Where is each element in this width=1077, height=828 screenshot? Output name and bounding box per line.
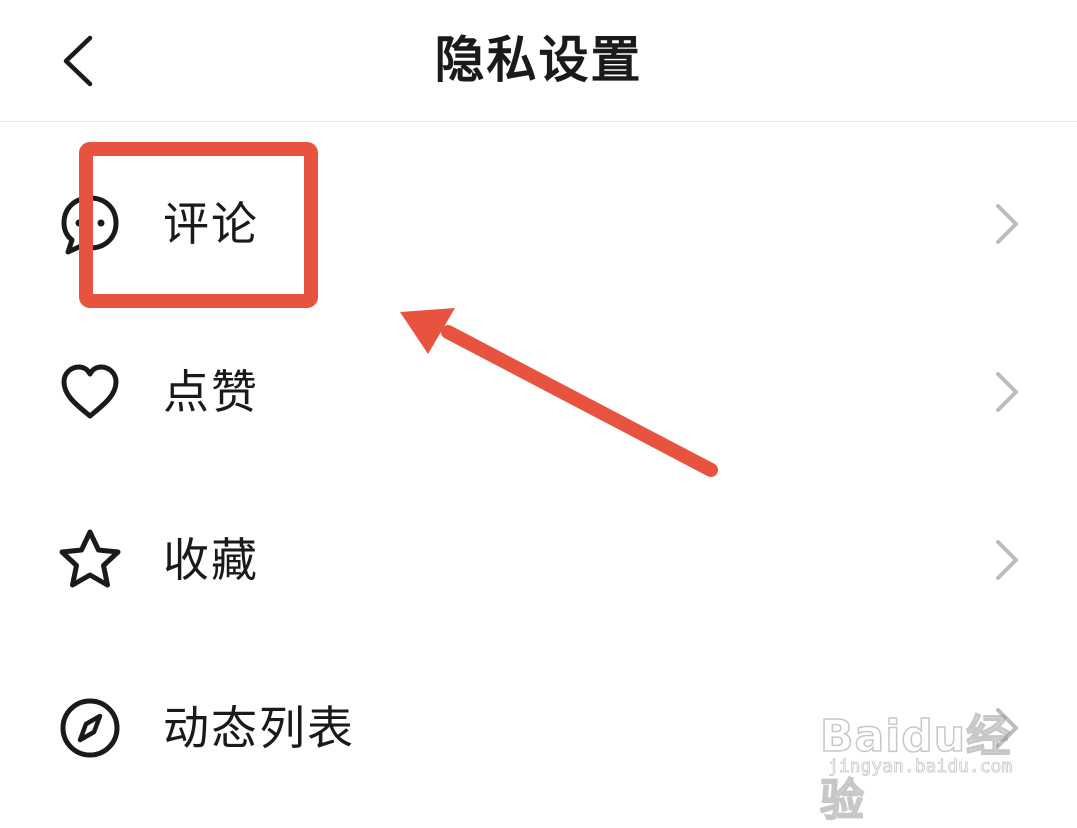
compass-icon <box>60 698 120 758</box>
menu-item-label: 评论 <box>163 197 259 251</box>
menu-item-likes[interactable]: 点赞 <box>0 308 1077 476</box>
menu-item-label: 点赞 <box>163 365 259 419</box>
comment-bubble-icon <box>61 195 119 255</box>
chevron-right-icon <box>996 204 1018 244</box>
chevron-right-icon <box>996 372 1018 412</box>
page-title: 隐私设置 <box>434 31 643 89</box>
menu-item-label: 动态列表 <box>163 701 355 755</box>
star-icon <box>59 529 121 588</box>
menu-item-favorites[interactable]: 收藏 <box>0 476 1077 644</box>
top-bar: 隐私设置 <box>0 0 1077 122</box>
menu-item-comments[interactable]: 评论 <box>0 140 1077 308</box>
menu-item-label: 收藏 <box>163 533 259 587</box>
chevron-right-icon <box>996 540 1018 580</box>
heart-icon <box>61 364 119 419</box>
watermark-url: jingyan.baidu.com <box>828 756 1013 778</box>
baidu-watermark: Baidu经验 jingyan.baidu.com <box>819 690 1030 827</box>
